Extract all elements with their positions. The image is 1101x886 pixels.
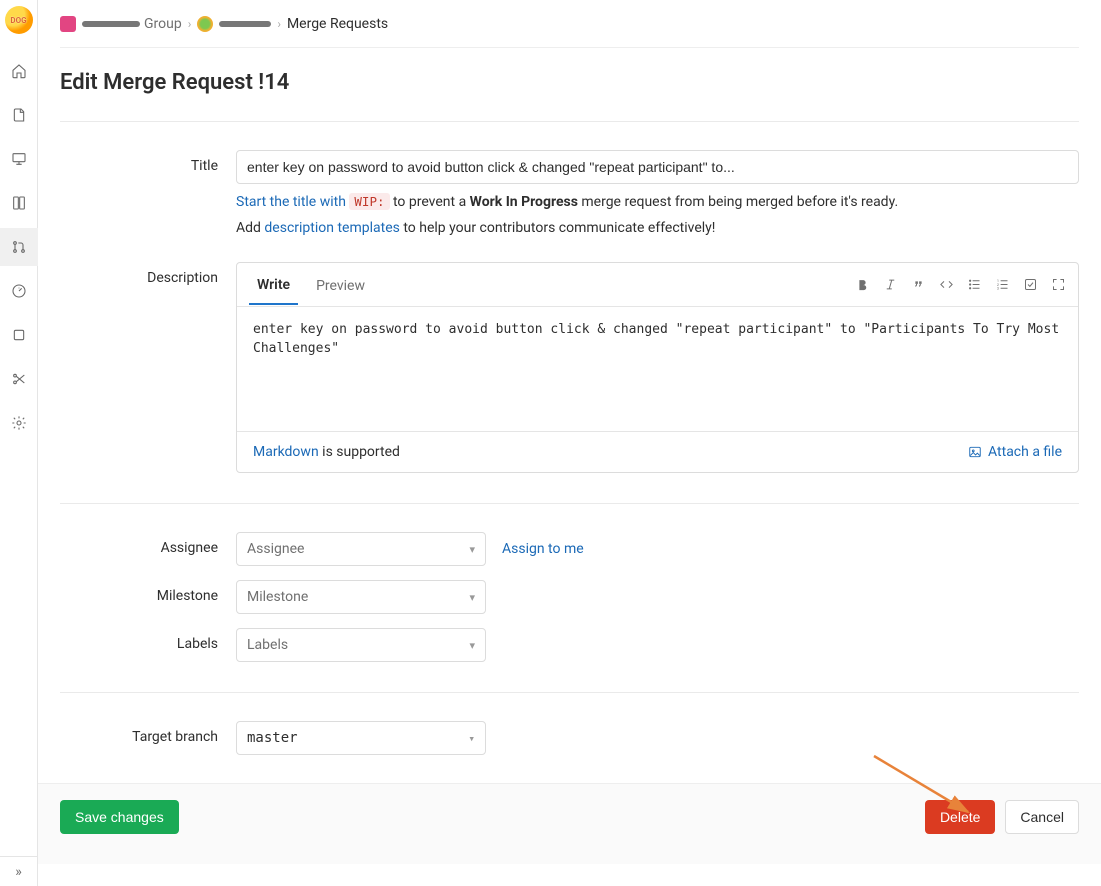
group-avatar-icon[interactable] — [60, 16, 76, 32]
attach-file-button[interactable]: Attach a file — [968, 444, 1062, 460]
wip-code: WIP: — [349, 193, 389, 210]
breadcrumb-current: Merge Requests — [287, 16, 388, 32]
sidebar-item-packages[interactable] — [0, 316, 38, 354]
template-helper: Add description templates to help your c… — [236, 220, 1079, 236]
assign-to-me-link[interactable]: Assign to me — [502, 541, 584, 557]
monitor-icon — [11, 151, 27, 167]
task-button[interactable] — [1022, 277, 1038, 293]
sidebar-item-issues[interactable] — [0, 184, 38, 222]
sidebar-item-home[interactable] — [0, 52, 38, 90]
assignee-select[interactable]: Assignee ▾ — [236, 532, 486, 566]
sidebar-item-snippets[interactable] — [0, 360, 38, 398]
labels-select[interactable]: Labels ▾ — [236, 628, 486, 662]
quote-button[interactable] — [910, 277, 926, 293]
breadcrumbs: Group › › Merge Requests — [60, 0, 1079, 48]
bold-button[interactable] — [854, 277, 870, 293]
milestone-label: Milestone — [60, 580, 236, 614]
milestone-select[interactable]: Milestone ▾ — [236, 580, 486, 614]
chevron-double-right-icon: » — [15, 864, 22, 880]
cancel-button[interactable]: Cancel — [1005, 800, 1079, 834]
home-icon — [11, 63, 27, 79]
chevron-down-icon: ▾ — [469, 543, 475, 556]
code-icon — [939, 277, 954, 292]
target-branch-label: Target branch — [60, 721, 236, 755]
assignee-placeholder: Assignee — [247, 541, 304, 557]
ul-button[interactable] — [966, 277, 982, 293]
project-logo[interactable]: DOG — [5, 6, 33, 34]
breadcrumb-project-redacted[interactable] — [219, 21, 271, 27]
image-icon — [968, 445, 982, 459]
italic-button[interactable] — [882, 277, 898, 293]
issues-icon — [11, 195, 27, 211]
sidebar-expand-toggle[interactable]: » — [0, 856, 38, 886]
description-textarea[interactable] — [237, 307, 1078, 427]
tab-write[interactable]: Write — [249, 265, 298, 305]
svg-text:3: 3 — [996, 287, 998, 291]
description-label: Description — [60, 262, 236, 473]
labels-placeholder: Labels — [247, 637, 288, 653]
list-ol-icon: 123 — [995, 277, 1010, 292]
description-templates-link[interactable]: description templates — [264, 220, 399, 236]
sidebar-item-repository[interactable] — [0, 96, 38, 134]
assignee-label: Assignee — [60, 532, 236, 566]
page-title: Edit Merge Request !14 — [60, 70, 1079, 95]
markdown-help: Markdown is supported — [253, 444, 400, 460]
labels-label: Labels — [60, 628, 236, 662]
chevron-down-icon: ▾ — [468, 732, 475, 745]
md-toolbar: 123 — [854, 277, 1066, 293]
bold-icon — [855, 277, 870, 292]
chevron-right-icon: › — [277, 17, 281, 31]
code-button[interactable] — [938, 277, 954, 293]
main-content: Group › › Merge Requests Edit Merge Requ… — [38, 0, 1101, 886]
description-editor: Write Preview 123 — [236, 262, 1079, 473]
fullscreen-icon — [1051, 277, 1066, 292]
title-label: Title — [60, 150, 236, 236]
title-input[interactable] — [236, 150, 1079, 184]
scissors-icon — [11, 371, 27, 387]
tab-preview[interactable]: Preview — [308, 266, 373, 304]
ol-button[interactable]: 123 — [994, 277, 1010, 293]
sidebar-item-cicd[interactable] — [0, 140, 38, 178]
left-sidebar: DOG » — [0, 0, 38, 886]
package-icon — [11, 327, 27, 343]
save-button[interactable]: Save changes — [60, 800, 179, 834]
list-ul-icon — [967, 277, 982, 292]
chevron-right-icon: › — [188, 17, 192, 31]
breadcrumb-group-suffix: Group — [144, 16, 182, 32]
wip-helper: Start the title with WIP: to prevent a W… — [236, 194, 1079, 210]
italic-icon — [883, 277, 898, 292]
chevron-down-icon: ▾ — [469, 639, 475, 652]
wip-link[interactable]: Start the title with — [236, 194, 349, 210]
file-icon — [11, 107, 27, 123]
markdown-link[interactable]: Markdown — [253, 444, 319, 460]
breadcrumb-group-redacted[interactable] — [82, 21, 140, 27]
gear-icon — [11, 415, 27, 431]
quote-icon — [911, 277, 926, 292]
project-avatar-icon[interactable] — [197, 16, 213, 32]
task-icon — [1023, 277, 1038, 292]
target-branch-value: master — [247, 730, 298, 746]
sidebar-item-settings[interactable] — [0, 404, 38, 442]
merge-request-icon — [11, 239, 27, 255]
chevron-down-icon: ▾ — [469, 591, 475, 604]
actions-bar: Save changes Delete Cancel — [38, 783, 1101, 864]
target-branch-select[interactable]: master ▾ — [236, 721, 486, 755]
fullscreen-button[interactable] — [1050, 277, 1066, 293]
milestone-placeholder: Milestone — [247, 589, 308, 605]
delete-button[interactable]: Delete — [925, 800, 995, 834]
gauge-icon — [11, 283, 27, 299]
sidebar-item-operations[interactable] — [0, 272, 38, 310]
sidebar-item-merge-requests[interactable] — [0, 228, 38, 266]
